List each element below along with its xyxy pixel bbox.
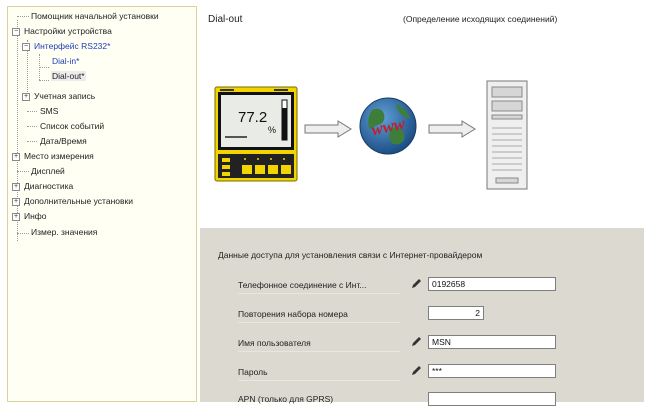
tree-item-measuring-point[interactable]: + Место измерения bbox=[12, 150, 95, 163]
page-subtitle: (Определение исходящих соединений) bbox=[403, 14, 558, 24]
field-divider bbox=[238, 322, 400, 323]
tree-item-label: Диагностика bbox=[24, 181, 74, 191]
tree-item-label: Место измерения bbox=[24, 151, 94, 161]
tree-item-label: Инфо bbox=[24, 211, 47, 221]
settings-tree: Помощник начальной установки − Настройки … bbox=[7, 6, 197, 402]
tree-item-label: Дисплей bbox=[31, 166, 65, 176]
expand-toggle-icon[interactable]: + bbox=[22, 93, 30, 101]
tree-item-label: Настройки устройства bbox=[24, 26, 112, 36]
collapse-toggle-icon[interactable]: − bbox=[22, 43, 30, 51]
tree-item-label: Учетная запись bbox=[34, 91, 96, 101]
tree-item-diagnostics[interactable]: + Диагностика bbox=[12, 180, 74, 193]
tree-item-label: Дата/Время bbox=[40, 136, 87, 146]
tree-line bbox=[17, 171, 29, 172]
tree-item-label: Интерфейс RS232* bbox=[34, 41, 111, 51]
tree-item-label: Dial-out* bbox=[51, 71, 86, 81]
internet-globe-icon: www bbox=[359, 97, 417, 155]
password-label: Пароль bbox=[238, 367, 268, 377]
tree-line bbox=[27, 111, 37, 112]
pencil-icon[interactable] bbox=[410, 336, 422, 348]
tree-item-info[interactable]: + Инфо bbox=[12, 210, 48, 223]
tree-line bbox=[39, 80, 49, 81]
expand-toggle-icon[interactable]: + bbox=[12, 183, 20, 191]
pencil-icon[interactable] bbox=[410, 365, 422, 377]
tree-item-display[interactable]: Дисплей bbox=[30, 165, 66, 178]
tree-item-sms[interactable]: SMS bbox=[39, 105, 59, 118]
tree-item-device-settings[interactable]: − Настройки устройства bbox=[12, 25, 113, 38]
expand-toggle-icon[interactable]: + bbox=[12, 153, 20, 161]
arrow-right-icon bbox=[428, 120, 476, 138]
tree-line bbox=[39, 67, 49, 68]
tree-item-measured-values[interactable]: Измер. значения bbox=[30, 226, 98, 239]
arrow-right-icon bbox=[304, 120, 352, 138]
isp-access-form: Данные доступа для установления связи с … bbox=[200, 228, 644, 406]
tree-item-label: SMS bbox=[40, 106, 59, 116]
content-panel: Dial-out (Определение исходящих соединен… bbox=[200, 6, 644, 406]
field-divider bbox=[238, 351, 400, 352]
tree-item-label: Помощник начальной установки bbox=[31, 11, 159, 21]
username-label: Имя пользователя bbox=[238, 338, 311, 348]
tree-item-rs232-interface[interactable]: − Интерфейс RS232* bbox=[22, 40, 111, 53]
username-input[interactable] bbox=[428, 335, 556, 349]
page-title: Dial-out bbox=[208, 14, 243, 25]
tree-item-label: Измер. значения bbox=[31, 227, 98, 237]
field-divider bbox=[238, 380, 400, 381]
field-divider bbox=[238, 293, 400, 294]
tree-item-label: Dial-in* bbox=[52, 56, 80, 66]
redial-count-input[interactable] bbox=[428, 306, 484, 320]
tree-item-date-time[interactable]: Дата/Время bbox=[39, 135, 88, 148]
collapse-toggle-icon[interactable]: − bbox=[12, 28, 20, 36]
phone-number-input[interactable] bbox=[428, 277, 556, 291]
phone-connection-label: Телефонное соединение с Инт... bbox=[238, 280, 367, 290]
connection-diagram: Dial-out (Определение исходящих соединен… bbox=[200, 6, 644, 228]
expand-toggle-icon[interactable]: + bbox=[12, 198, 20, 206]
measuring-device-icon: 77.2 % bbox=[214, 86, 298, 182]
tree-item-setup-wizard[interactable]: Помощник начальной установки bbox=[30, 10, 160, 23]
tree-item-account[interactable]: + Учетная запись bbox=[22, 90, 96, 103]
redial-count-label: Повторения набора номера bbox=[238, 309, 348, 319]
tree-item-dial-in[interactable]: Dial-in* bbox=[51, 55, 80, 68]
pencil-icon[interactable] bbox=[410, 278, 422, 290]
apn-label: APN (только для GPRS) bbox=[238, 394, 334, 404]
expand-toggle-icon[interactable]: + bbox=[12, 213, 20, 221]
tree-item-additional-settings[interactable]: + Дополнительные установки bbox=[12, 195, 134, 208]
tree-line bbox=[27, 126, 37, 127]
app-window: Помощник начальной установки − Настройки … bbox=[0, 0, 651, 406]
server-icon bbox=[486, 80, 528, 190]
tree-line bbox=[17, 233, 29, 234]
password-input[interactable] bbox=[428, 364, 556, 378]
tree-item-dial-out[interactable]: Dial-out* bbox=[51, 70, 86, 83]
tree-item-label: Список событий bbox=[40, 121, 105, 131]
apn-input[interactable] bbox=[428, 392, 556, 406]
device-unit: % bbox=[268, 125, 276, 135]
form-header: Данные доступа для установления связи с … bbox=[218, 250, 483, 260]
tree-item-label: Дополнительные установки bbox=[24, 196, 133, 206]
device-reading: 77.2 bbox=[238, 109, 267, 126]
tree-item-event-list[interactable]: Список событий bbox=[39, 120, 105, 133]
tree-line bbox=[27, 141, 37, 142]
tree-line bbox=[17, 16, 29, 17]
